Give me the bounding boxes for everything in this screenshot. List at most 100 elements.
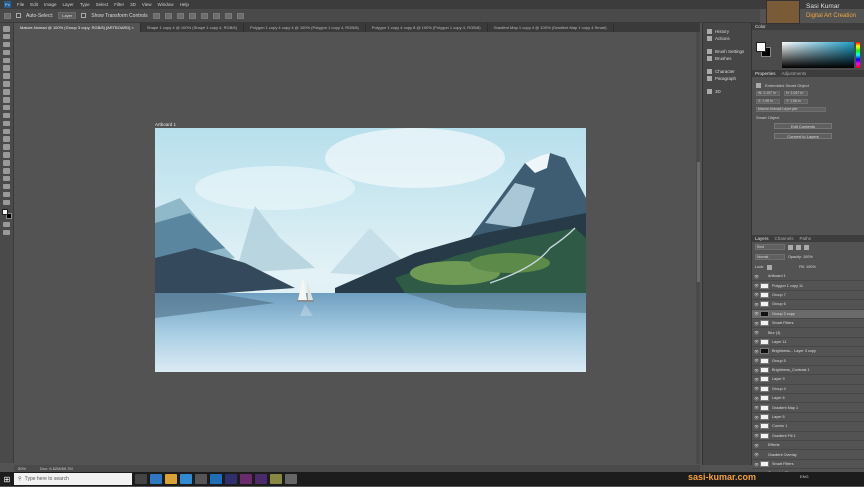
dodge-tool-icon[interactable] (3, 144, 10, 150)
visibility-eye-icon[interactable]: 👁 (754, 274, 760, 279)
layer-row[interactable]: 👁 Layer 6 (752, 394, 864, 404)
tab-document-3[interactable]: Polygon 1 copy 4 copy 4 @ 100% (Polygon … (244, 23, 366, 32)
width-field[interactable]: W: 1.107 in (756, 90, 780, 96)
task-view-icon[interactable] (135, 474, 147, 484)
tab-paths[interactable]: Paths (800, 236, 812, 241)
color-panel-title[interactable]: Color (755, 24, 766, 29)
taskbar-search[interactable]: ⚲ Type here to search (14, 473, 132, 485)
crop-tool-icon[interactable] (3, 65, 10, 71)
x-field[interactable]: X: 1.98 in (756, 98, 780, 104)
3d-mode-icon[interactable] (236, 12, 244, 19)
layer-row[interactable]: 👁 Blur (3) (752, 328, 864, 338)
mail-icon[interactable] (210, 474, 222, 484)
layer-row[interactable]: 👁 Group 5 (752, 357, 864, 366)
layer-row[interactable]: 👁 Layer 9 (752, 375, 864, 385)
layer-row[interactable]: 👁 Smart Filters (752, 460, 864, 470)
eraser-tool-icon[interactable] (3, 120, 10, 127)
layer-row[interactable]: 👁 Group 7 (752, 291, 864, 301)
artboard-canvas[interactable] (155, 128, 586, 372)
file-explorer-icon[interactable] (165, 474, 177, 484)
align-center-icon[interactable] (164, 12, 172, 19)
vertical-scrollbar[interactable] (696, 32, 700, 464)
scrollbar-thumb[interactable] (696, 162, 700, 282)
app-icon[interactable] (285, 474, 297, 484)
healing-brush-tool-icon[interactable] (3, 89, 10, 95)
zoom-level[interactable]: 50% (18, 466, 26, 471)
menu-3d[interactable]: 3D (130, 2, 136, 7)
layer-row[interactable]: 👁 Gradient Fill 1 (752, 432, 864, 442)
marquee-tool-icon[interactable] (3, 41, 10, 48)
foreground-background-swatch[interactable] (1, 209, 12, 220)
visibility-eye-icon[interactable]: 👁 (754, 452, 760, 457)
tab-document-2[interactable]: Shape 1 copy 4 @ 100% (Shape 1 copy 4, R… (141, 23, 244, 32)
panel-brush-settings[interactable]: Brush Settings (703, 48, 751, 55)
distribute-icon[interactable] (224, 12, 232, 19)
tab-document-4[interactable]: Polygon 1 copy 4 copy 8 @ 100% (Polygon … (366, 23, 488, 32)
store-icon[interactable] (195, 474, 207, 484)
path-selection-tool-icon[interactable] (3, 168, 10, 174)
color-picker-field[interactable] (782, 42, 854, 68)
menu-image[interactable]: Image (44, 2, 57, 7)
document-size[interactable]: Doc: 6.62M/69.7M (40, 466, 73, 471)
convert-to-layers-button[interactable]: Convert to Layers (774, 133, 832, 139)
align-top-icon[interactable] (188, 12, 196, 19)
filter-adjust-icon[interactable] (796, 244, 801, 250)
menu-type[interactable]: Type (80, 2, 90, 7)
illustrator-icon[interactable] (270, 474, 282, 484)
edit-contents-button[interactable]: Edit Contents (774, 123, 832, 129)
layer-row[interactable]: 👁 Smart Filters (752, 319, 864, 329)
layer-row[interactable]: 👁 Layer 11 (752, 338, 864, 348)
tab-channels[interactable]: Channels (775, 236, 794, 241)
layer-row[interactable]: 👁 Group 3 copy (752, 309, 864, 319)
tab-layers[interactable]: Layers (755, 236, 769, 241)
after-effects-icon[interactable] (255, 474, 267, 484)
quick-select-tool-icon[interactable] (3, 57, 10, 64)
align-bottom-icon[interactable] (212, 12, 220, 19)
auto-select-dropdown[interactable]: Layer (58, 12, 77, 19)
panel-3d[interactable]: 3D (703, 88, 751, 95)
lasso-tool-icon[interactable] (3, 49, 10, 56)
artboard-label[interactable]: Artboard 1 (155, 122, 176, 127)
screen-mode-icon[interactable] (3, 229, 10, 236)
linked-file-field[interactable]: Mature-Nomad Layer.psb (756, 106, 826, 112)
menu-filter[interactable]: Filter (114, 2, 124, 7)
move-tool-icon[interactable] (3, 26, 10, 32)
gradient-tool-icon[interactable] (3, 128, 10, 135)
opacity-field[interactable]: Opacity: 100% (788, 255, 813, 259)
panel-actions[interactable]: Actions (703, 35, 751, 42)
layer-row[interactable]: 👁 Artboard 1 (752, 272, 864, 282)
filter-type-icon[interactable] (804, 244, 809, 250)
menu-edit[interactable]: Edit (30, 2, 38, 7)
zoom-tool-icon[interactable] (3, 191, 10, 198)
premiere-icon[interactable] (240, 474, 252, 484)
layer-kind-filter[interactable]: Kind (755, 244, 785, 250)
layer-row[interactable]: 👁 Gradient Map 1 (752, 403, 864, 413)
hue-slider[interactable] (856, 42, 860, 68)
edge-icon[interactable] (150, 474, 162, 484)
visibility-eye-icon[interactable]: 👁 (754, 443, 760, 448)
menu-window[interactable]: Window (158, 2, 174, 7)
lock-icon[interactable] (767, 264, 773, 270)
layer-row[interactable]: 👁 Layer 5 (752, 413, 864, 423)
layer-row[interactable]: 👁 Group 6 (752, 300, 864, 310)
tab-properties[interactable]: Properties (755, 71, 776, 76)
brush-tool-icon[interactable] (3, 97, 10, 103)
align-middle-icon[interactable] (200, 12, 208, 19)
menu-help[interactable]: Help (180, 2, 189, 7)
system-tray-language[interactable]: ENG (800, 474, 809, 479)
panel-paragraph[interactable]: Paragraph (703, 75, 751, 82)
hand-tool-icon[interactable] (3, 183, 10, 190)
height-field[interactable]: H: 1.067 in (784, 90, 808, 96)
tab-document-1[interactable]: Mature-Nomad @ 100% (Group 3 copy, RGB/8… (14, 23, 141, 32)
move-tool-icon[interactable] (4, 12, 11, 19)
menu-file[interactable]: File (17, 2, 24, 7)
visibility-eye-icon[interactable]: 👁 (754, 330, 760, 335)
fill-field[interactable]: Fill: 100% (799, 265, 816, 269)
photoshop-taskbar-icon[interactable] (225, 474, 237, 484)
quick-mask-icon[interactable] (3, 221, 10, 228)
menu-view[interactable]: View (142, 2, 152, 7)
chrome-icon[interactable] (180, 474, 192, 484)
tab-document-5[interactable]: Gradient Map 1 copy 4 @ 100% (Gradient M… (488, 23, 614, 32)
align-right-icon[interactable] (176, 12, 184, 19)
layer-row[interactable]: 👁 Gradient Overlay (752, 450, 864, 460)
